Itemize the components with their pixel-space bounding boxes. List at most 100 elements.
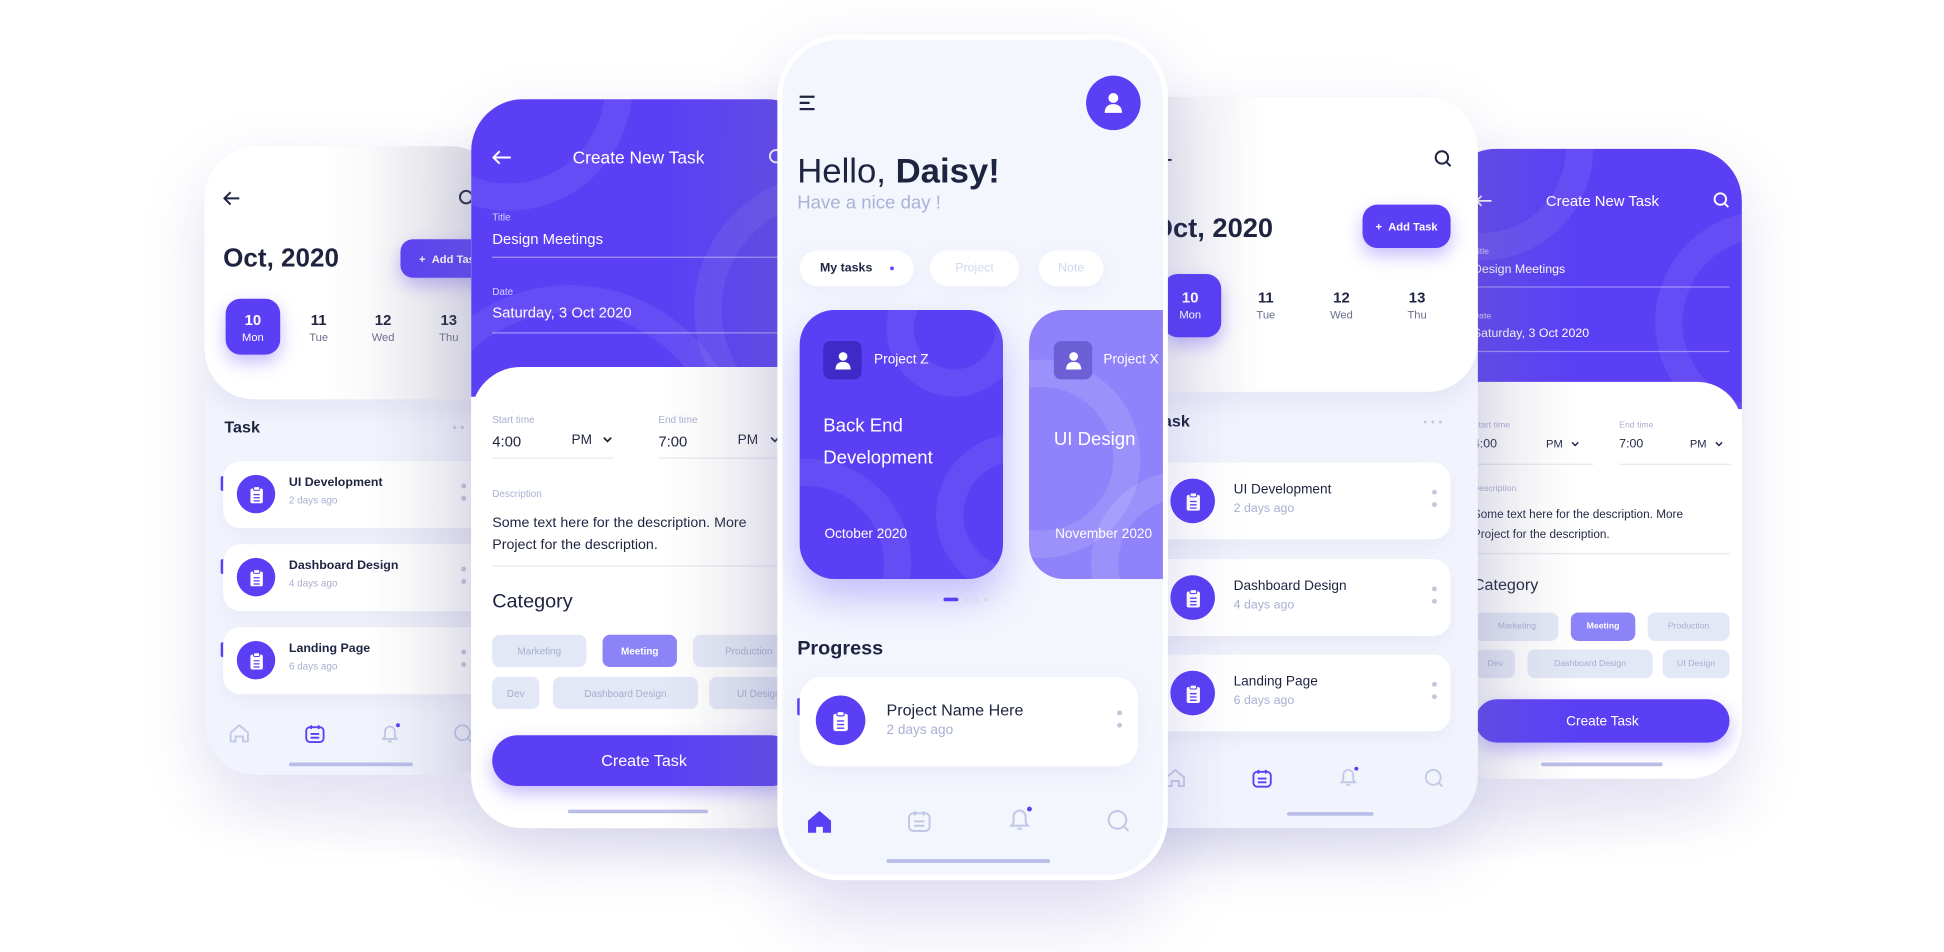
day-12[interactable]: 12 Wed <box>356 311 411 343</box>
user-icon <box>1053 340 1093 380</box>
chevron-down-icon[interactable] <box>603 436 613 443</box>
start-ampm-select[interactable]: PM <box>1546 438 1563 450</box>
plus-icon: + <box>1375 220 1383 233</box>
category-chip[interactable]: Dashboard Design <box>1527 649 1653 679</box>
nav-home-icon[interactable] <box>807 810 832 833</box>
category-chip-selected[interactable]: Meeting <box>602 634 677 668</box>
home-indicator <box>1286 812 1374 816</box>
home-indicator <box>567 809 708 814</box>
header-title: Create New Task <box>1545 192 1659 210</box>
task-heading: Task <box>224 417 260 437</box>
chevron-down-icon[interactable] <box>1571 441 1580 447</box>
category-chip[interactable]: Dashboard Design <box>552 676 699 710</box>
nav-bell-icon[interactable] <box>1007 806 1034 832</box>
category-chip[interactable]: UI Design <box>1662 649 1730 679</box>
end-ampm-select[interactable]: PM <box>738 433 758 448</box>
start-ampm-select[interactable]: PM <box>572 433 592 448</box>
month-title: Oct, 2020 <box>1151 212 1274 244</box>
day-10[interactable]: 10 Mon <box>1163 289 1218 321</box>
day-13[interactable]: 13 Thu <box>422 311 477 343</box>
phone-calendar-right: Oct, 2020 + Add Task 10 Mon 11 Tue 12 Wed 13… <box>1122 96 1478 829</box>
carousel-dots[interactable] <box>943 597 989 602</box>
add-task-button[interactable]: + Add Task <box>1362 204 1451 248</box>
more-vertical-icon[interactable] <box>1431 681 1437 707</box>
user-icon <box>823 340 862 380</box>
header-title: Create New Task <box>572 147 705 168</box>
tab-project[interactable]: Project <box>929 250 1020 287</box>
nav-bell-icon[interactable] <box>1338 766 1360 787</box>
category-chip[interactable]: Marketing <box>1475 612 1559 641</box>
more-dots-icon[interactable]: • • <box>453 422 465 436</box>
category-heading: Category <box>492 591 573 613</box>
clipboard-icon <box>1170 478 1216 524</box>
day-13[interactable]: 13 Thu <box>1390 289 1445 321</box>
task-card[interactable]: UI Development 2 days ago <box>1144 462 1451 540</box>
avatar[interactable] <box>1086 75 1141 131</box>
description-input[interactable]: Some text here for the description. More… <box>1473 506 1683 546</box>
day-11[interactable]: 11 Tue <box>1239 289 1294 321</box>
chevron-down-icon[interactable] <box>1715 441 1724 447</box>
date-input[interactable]: Saturday, 3 Oct 2020 <box>1473 327 1589 341</box>
menu-icon[interactable] <box>798 95 815 111</box>
day-10[interactable]: 10 Mon <box>226 311 281 343</box>
nav-search-icon[interactable] <box>1424 768 1445 789</box>
more-vertical-icon[interactable] <box>1117 710 1123 735</box>
task-card[interactable]: Landing Page 6 days ago <box>223 627 503 695</box>
phone-create-task-right: Create New Task Title Design Meetings Da… <box>1444 148 1742 779</box>
phone-calendar-left: Oct, 2020 + Add Task 10 Mon 11 Tue 12 Wed 13… <box>204 146 503 775</box>
clipboard-icon <box>1170 670 1216 716</box>
create-task-button[interactable]: Create Task <box>1475 699 1730 743</box>
day-12[interactable]: 12 Wed <box>1314 289 1369 321</box>
phone-create-task-left: Create New Task Title Design Meetings Da… <box>471 99 819 829</box>
progress-heading: Progress <box>797 638 884 660</box>
tab-my-tasks[interactable]: My tasks <box>799 250 914 287</box>
start-time-input[interactable]: 4:00 <box>492 433 521 450</box>
date-input[interactable]: Saturday, 3 Oct 2020 <box>492 304 631 321</box>
month-title: Oct, 2020 <box>223 244 339 273</box>
end-ampm-select[interactable]: PM <box>1690 438 1707 450</box>
more-vertical-icon[interactable] <box>1431 586 1437 611</box>
task-card[interactable]: Dashboard Design 4 days ago <box>223 544 503 612</box>
category-chip[interactable]: Dev <box>1475 649 1516 679</box>
day-11[interactable]: 11 Tue <box>291 311 346 343</box>
title-input[interactable]: Design Meetings <box>492 231 603 248</box>
more-vertical-icon[interactable] <box>461 649 467 675</box>
nav-calendar-icon[interactable] <box>1252 769 1272 789</box>
clipboard-icon <box>236 474 276 514</box>
nav-search-icon[interactable] <box>1107 810 1131 834</box>
task-card[interactable]: UI Development 2 days ago <box>223 461 503 529</box>
more-vertical-icon[interactable] <box>1431 489 1437 515</box>
nav-calendar-icon[interactable] <box>907 810 932 834</box>
task-card[interactable]: Dashboard Design 4 days ago <box>1144 559 1451 637</box>
nav-bell-icon[interactable] <box>379 723 401 744</box>
end-time-input[interactable]: 7:00 <box>1619 438 1643 452</box>
description-input[interactable]: Some text here for the description. More… <box>492 512 746 557</box>
more-vertical-icon[interactable] <box>461 483 467 509</box>
category-chip[interactable]: Production <box>1647 612 1730 641</box>
more-dots-icon[interactable]: ••• <box>1423 415 1446 427</box>
user-icon <box>1104 92 1123 113</box>
project-card[interactable]: Project Z Back End Development October 20… <box>799 309 1003 579</box>
project-card[interactable]: Project X UI Design November 2020 <box>1029 309 1163 579</box>
back-arrow-icon[interactable] <box>1475 195 1492 207</box>
category-chip-selected[interactable]: Meeting <box>1570 612 1636 641</box>
clipboard-icon <box>236 640 276 680</box>
search-icon[interactable] <box>1713 192 1730 208</box>
back-arrow-icon[interactable] <box>223 191 240 206</box>
category-chip[interactable]: Marketing <box>492 634 587 668</box>
nav-home-icon[interactable] <box>229 724 249 743</box>
tab-note[interactable]: Note <box>1038 250 1104 287</box>
home-indicator <box>1541 762 1663 767</box>
end-time-input[interactable]: 7:00 <box>658 433 687 450</box>
more-vertical-icon[interactable] <box>461 566 467 592</box>
nav-calendar-icon[interactable] <box>305 724 325 744</box>
plus-icon: + <box>418 252 426 265</box>
nav-home-icon[interactable] <box>1165 768 1185 788</box>
progress-card[interactable]: Project Name Here 2 days ago <box>799 676 1139 767</box>
title-input[interactable]: Design Meetings <box>1473 263 1565 277</box>
create-task-button[interactable]: Create Task <box>492 735 796 787</box>
home-indicator <box>288 762 413 767</box>
category-chip[interactable]: Dev <box>492 676 540 710</box>
search-icon[interactable] <box>1434 150 1452 167</box>
task-card[interactable]: Landing Page 6 days ago <box>1144 654 1451 732</box>
